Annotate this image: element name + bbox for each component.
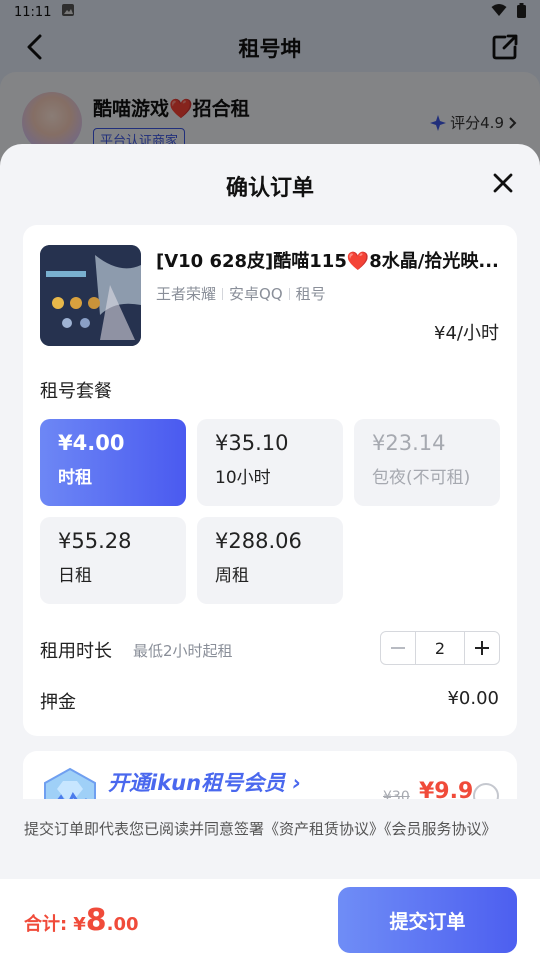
minus-icon [391,647,405,649]
tag-platform: 安卓QQ [229,285,283,303]
package-option-hourly[interactable]: ¥4.00 时租 [40,419,186,506]
order-card: [V10 628皮]酷喵115❤️8水晶/拾光映... 王者荣耀 安卓QQ 租号… [23,225,517,736]
tag-divider [222,287,224,300]
plus-icon [475,641,489,655]
package-name: 时租 [58,468,92,488]
package-name: 日租 [58,566,92,586]
duration-label: 租用时长 [40,641,112,662]
package-name: 10小时 [215,468,271,488]
submit-order-button[interactable]: 提交订单 [338,887,517,953]
vip-promo-text[interactable]: 开通ikun租号会员 › [108,767,301,797]
order-total: 合计: ¥ 8 .00 [24,903,139,938]
tag-divider [288,287,290,300]
close-button[interactable] [488,168,518,198]
agreement-notice: 提交订单即代表您已阅读并同意签署《资产租赁协议》《会员服务协议》 [0,799,540,879]
total-decimal: .00 [106,914,139,935]
package-price: ¥35.10 [215,431,289,455]
tag-game: 王者荣耀 [156,285,217,303]
package-option-daily[interactable]: ¥55.28 日租 [40,517,186,604]
close-icon [493,173,513,193]
product-tags: 王者荣耀 安卓QQ 租号 [156,283,326,304]
duration-hint: 最低2小时起租 [133,642,233,660]
total-integer: 8 [85,903,107,938]
package-price: ¥288.06 [215,529,302,553]
package-price: ¥55.28 [58,529,132,553]
product-thumbnail [40,245,141,346]
deposit-value: ¥0.00 [447,688,499,709]
package-price: ¥4.00 [58,431,125,455]
package-option-weekly[interactable]: ¥288.06 周租 [197,517,343,604]
decrement-button[interactable] [381,632,415,664]
package-name: 包夜(不可租) [372,468,471,488]
total-label: 合计: [24,914,68,935]
package-price: ¥23.14 [372,431,446,455]
tag-type: 租号 [295,285,326,303]
confirm-order-sheet: 确认订单 [V10 628皮]酷喵115❤️8水晶/拾光映... 王者荣耀 安卓… [0,144,540,960]
duration-value[interactable]: 2 [415,632,465,664]
package-name: 周租 [215,566,249,586]
package-option-10h[interactable]: ¥35.10 10小时 [197,419,343,506]
package-option-overnight: ¥23.14 包夜(不可租) [354,419,500,506]
unit-price: ¥4/小时 [434,323,499,344]
sheet-title: 确认订单 [225,176,314,201]
total-currency: ¥ [73,914,86,935]
deposit-label: 押金 [40,692,76,713]
product-title: [V10 628皮]酷喵115❤️8水晶/拾光映... [156,251,499,272]
bottom-bar: 合计: ¥ 8 .00 提交订单 [0,879,540,960]
duration-stepper: 2 [380,631,500,665]
package-section-label: 租号套餐 [40,381,112,402]
increment-button[interactable] [465,632,499,664]
